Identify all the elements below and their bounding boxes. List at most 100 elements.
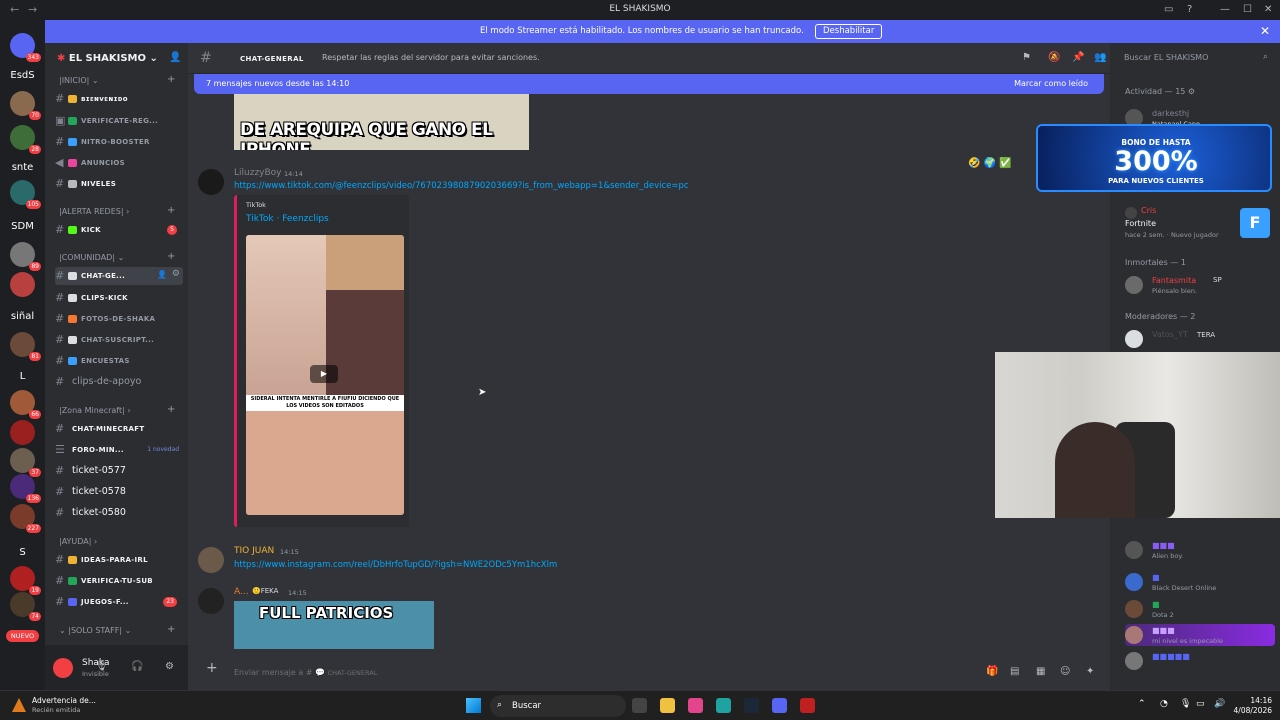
tray-chevron-icon[interactable]: ⌃	[1138, 699, 1146, 709]
channel-verifica-tu-sub[interactable]: # VERIFICA-TU-SUB	[55, 572, 183, 590]
server-icon[interactable]	[10, 420, 35, 445]
settings-gear-icon[interactable]: ⚙	[172, 269, 180, 279]
member-item[interactable]: ■■■■■	[1125, 650, 1275, 672]
channel-bienvenido[interactable]: # ʙɪᴇɴᴠᴇɴɪᴅᴏ	[55, 90, 183, 108]
file-explorer-icon[interactable]	[660, 698, 675, 713]
emoji-icon[interactable]: ☺	[1060, 666, 1070, 677]
edge-icon[interactable]	[716, 698, 731, 713]
server-icon[interactable]: snte	[10, 155, 35, 180]
user-avatar[interactable]	[53, 658, 73, 678]
message-link[interactable]: https://www.tiktok.com/@feenzclips/video…	[234, 181, 689, 191]
disable-streamer-button[interactable]: Deshabilitar	[815, 24, 883, 39]
server-icon[interactable]: 227	[10, 504, 41, 533]
channel-ticket-0580[interactable]: # ticket-0580	[55, 504, 183, 522]
discord-taskbar-icon[interactable]	[772, 698, 787, 713]
microphone-icon[interactable]: 🎙	[95, 661, 108, 672]
channel-topic[interactable]: Respetar las reglas del servidor para ev…	[322, 53, 540, 62]
embed-video-thumbnail[interactable]: SIDERAL INTENTA MENTIRLE A FIUFIU DICIEN…	[246, 235, 404, 515]
channel-chat-minecraft[interactable]: # CHAT-MINECRAFT	[55, 420, 183, 438]
message-input[interactable]: Enviar mensaje a # 💬 CHAT-GENERAL	[234, 668, 377, 677]
minimize-icon[interactable]: —	[1220, 4, 1230, 15]
server-icon[interactable]: EsdS	[10, 63, 35, 88]
copilot-icon[interactable]	[688, 698, 703, 713]
close-window-icon[interactable]: ✕	[1264, 4, 1272, 15]
member-item[interactable]: Vatos_YT TERA	[1125, 328, 1275, 350]
message-author[interactable]: LiluzzyBoy	[234, 168, 282, 178]
steam-icon[interactable]	[744, 698, 759, 713]
member-item[interactable]: ■ Black Desert Online	[1125, 571, 1275, 593]
server-icon[interactable]: SDM	[10, 214, 35, 239]
server-icon[interactable]: 28	[10, 125, 41, 154]
server-icon[interactable]: 136	[10, 474, 41, 503]
task-view-icon[interactable]	[632, 698, 647, 713]
channel-kick[interactable]: # KICK 5	[55, 221, 183, 239]
play-icon[interactable]: ▶	[310, 365, 338, 383]
channel-fotos-de-shaka[interactable]: # FOTOS-DE-SHAKA	[55, 310, 183, 328]
server-icon[interactable]: 74	[10, 592, 41, 621]
new-messages-bar[interactable]: 7 mensajes nuevos desde las 14:10 Marcar…	[194, 74, 1104, 94]
server-icon[interactable]: 81	[10, 332, 41, 361]
attach-plus-icon[interactable]: +	[206, 660, 218, 676]
channel-clips-kick[interactable]: # CLIPS-KICK	[55, 289, 183, 307]
server-icon[interactable]: 89	[10, 242, 41, 271]
user-settings-icon[interactable]: ⚙	[165, 661, 174, 672]
channel-ticket-0577[interactable]: # ticket-0577	[55, 462, 183, 480]
server-icon[interactable]: 37	[10, 448, 41, 477]
clock[interactable]: 14:16 4/08/2026	[1234, 696, 1272, 716]
server-icon[interactable]: 66	[10, 390, 41, 419]
server-icon[interactable]: 70	[10, 91, 41, 120]
channel-juegos-free[interactable]: # JUEGOS-F... 23	[55, 593, 183, 611]
embed-title[interactable]: TikTok · Feenzclips	[246, 214, 329, 224]
close-banner-icon[interactable]: ✕	[1260, 24, 1270, 38]
invite-icon[interactable]: 👤	[157, 270, 167, 279]
sticker-icon[interactable]: ▦	[1036, 666, 1045, 677]
channel-chat-general[interactable]: # CHAT-GE... 👤 ⚙	[55, 267, 183, 285]
channel-encuestas[interactable]: # ENCUESTAS	[55, 352, 183, 370]
category-solo-staff[interactable]: ⌄ |SOLO STAFF| ⌄ +	[59, 624, 175, 635]
author-avatar[interactable]	[198, 547, 224, 573]
message-author[interactable]: A...	[234, 587, 249, 597]
gift-icon[interactable]: 🎁	[986, 666, 998, 677]
headphones-icon[interactable]: 🎧	[131, 661, 143, 672]
promo-ad-overlay[interactable]: BONO DE HASTA 300% PARA NUEVOS CLIENTES	[1036, 124, 1272, 192]
server-search-input[interactable]: Buscar EL SHAKISMO ⌕	[1116, 49, 1274, 67]
member-item[interactable]: ■■■ Alien boy.	[1125, 539, 1275, 561]
meme-image[interactable]: DE AREQUIPA QUE GANO EL IPHONE	[234, 94, 529, 150]
gif-icon[interactable]: ▤	[1010, 666, 1019, 677]
start-button[interactable]	[466, 698, 481, 713]
category-ayuda[interactable]: |AYUDA| ›	[59, 537, 97, 546]
taskbar-search[interactable]: ⌕ Buscar	[490, 695, 626, 717]
activity-header[interactable]: Actividad — 15 ⚙	[1125, 87, 1195, 96]
help-icon[interactable]: ?	[1187, 4, 1192, 15]
server-icon[interactable]: siñal	[10, 304, 35, 329]
category-comunidad[interactable]: |COMUNIDAD| ⌄ +	[59, 251, 175, 262]
notice-title[interactable]: Advertencia de...	[32, 696, 96, 705]
message-link[interactable]: https://www.instagram.com/reel/DbHrfoTup…	[234, 560, 557, 570]
channel-ticket-0578[interactable]: # ticket-0578	[55, 483, 183, 501]
apps-icon[interactable]: ✦	[1086, 666, 1094, 677]
volume-icon[interactable]: 🔊	[1214, 699, 1225, 709]
warning-icon[interactable]	[12, 698, 26, 712]
server-icon[interactable]	[10, 272, 35, 297]
category-alerta-redes[interactable]: |ALERTA REDES| › +	[59, 205, 175, 216]
maximize-icon[interactable]: ☐	[1243, 4, 1252, 15]
author-avatar[interactable]	[198, 588, 224, 614]
member-item[interactable]: Fantasmita SP Piénsalo bien.	[1125, 274, 1275, 296]
member-item[interactable]: ■ Dota 2	[1125, 598, 1275, 620]
channel-ideas-para-irl[interactable]: # IDEAS-PARA-IRL	[55, 551, 183, 569]
channel-chat-suscriptores[interactable]: # CHAT-SUSCRIPT...	[55, 331, 183, 349]
wifi-icon[interactable]: ◔	[1160, 699, 1168, 709]
channel-nitro-booster[interactable]: # NITRO-BOOSTER	[55, 133, 183, 151]
server-icon[interactable]: 19	[10, 566, 41, 595]
server-icon[interactable]: 105	[10, 180, 41, 209]
mic-icon[interactable]: 🎙	[1180, 699, 1191, 709]
mark-read-button[interactable]: Marcar como leído	[1014, 79, 1088, 88]
author-avatar[interactable]	[198, 169, 224, 195]
inbox-icon[interactable]: ▭	[1164, 4, 1173, 15]
message-author[interactable]: TIO JUAN	[234, 546, 274, 556]
server-name[interactable]: ✱ EL SHAKISMO ⌄	[57, 53, 158, 64]
obs-icon[interactable]	[800, 698, 815, 713]
pinned-icon[interactable]: 📌	[1072, 52, 1084, 63]
member-list-icon[interactable]: 👥	[1094, 52, 1106, 63]
category-inicio[interactable]: |INICIO| ⌄ +	[59, 74, 175, 85]
